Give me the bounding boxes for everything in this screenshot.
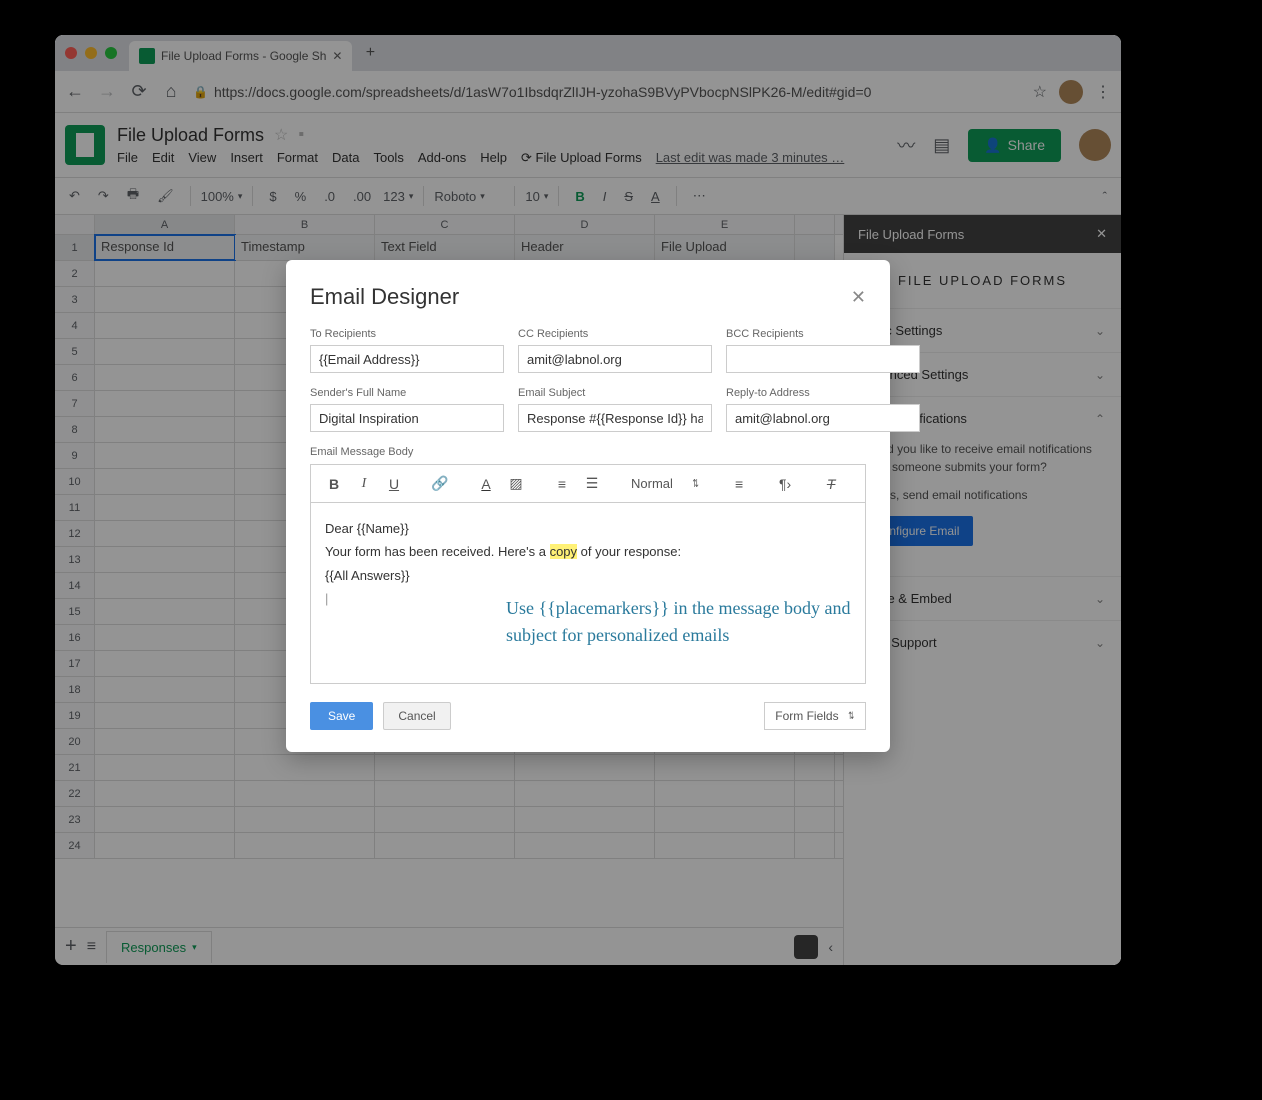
editor-italic-button[interactable]: I (351, 471, 377, 497)
handwriting-annotation: Use {{placemarkers}} in the message body… (506, 595, 865, 649)
editor-bold-button[interactable]: B (321, 471, 347, 497)
sender-name-label: Sender's Full Name (310, 387, 504, 399)
editor-underline-button[interactable]: U (381, 471, 407, 497)
editor-highlight-button[interactable]: ▨ (503, 471, 529, 497)
editor-rtl-button[interactable]: ¶› (772, 471, 798, 497)
message-body-label: Email Message Body (310, 446, 866, 458)
cc-recipients-input[interactable] (518, 345, 712, 373)
form-fields-dropdown[interactable]: Form Fields (764, 702, 866, 730)
email-subject-input[interactable] (518, 404, 712, 432)
bcc-recipients-input[interactable] (726, 345, 920, 373)
editor-unordered-list-button[interactable]: ☰ (579, 471, 605, 497)
to-recipients-label: To Recipients (310, 328, 504, 340)
rich-text-editor: B I U 🔗 A ▨ ≡ ☰ Normal ≡ ¶› T (310, 464, 866, 684)
editor-clear-format-button[interactable]: T (818, 471, 844, 497)
email-subject-label: Email Subject (518, 387, 712, 399)
editor-line-3: {{All Answers}} (325, 564, 851, 587)
editor-ordered-list-button[interactable]: ≡ (549, 471, 575, 497)
modal-close-icon[interactable]: ✕ (851, 287, 866, 308)
editor-paragraph-style-dropdown[interactable]: Normal (625, 476, 706, 491)
reply-to-label: Reply-to Address (726, 387, 920, 399)
save-button[interactable]: Save (310, 702, 373, 730)
editor-align-button[interactable]: ≡ (726, 471, 752, 497)
editor-line-2: Your form has been received. Here's a co… (325, 540, 851, 563)
modal-title-text: Email Designer (310, 284, 459, 310)
editor-text-color-button[interactable]: A (473, 471, 499, 497)
browser-window: File Upload Forms - Google Sh ✕ + ← → ⟳ … (55, 35, 1121, 965)
editor-line-1: Dear {{Name}} (325, 517, 851, 540)
cc-recipients-label: CC Recipients (518, 328, 712, 340)
sender-name-input[interactable] (310, 404, 504, 432)
editor-toolbar: B I U 🔗 A ▨ ≡ ☰ Normal ≡ ¶› T (311, 465, 865, 503)
email-designer-modal: Email Designer ✕ To Recipients CC Recipi… (286, 260, 890, 752)
to-recipients-input[interactable] (310, 345, 504, 373)
editor-content[interactable]: Dear {{Name}} Your form has been receive… (311, 503, 865, 683)
cancel-button[interactable]: Cancel (383, 702, 450, 730)
reply-to-input[interactable] (726, 404, 920, 432)
editor-link-button[interactable]: 🔗 (427, 471, 453, 497)
bcc-recipients-label: BCC Recipients (726, 328, 920, 340)
